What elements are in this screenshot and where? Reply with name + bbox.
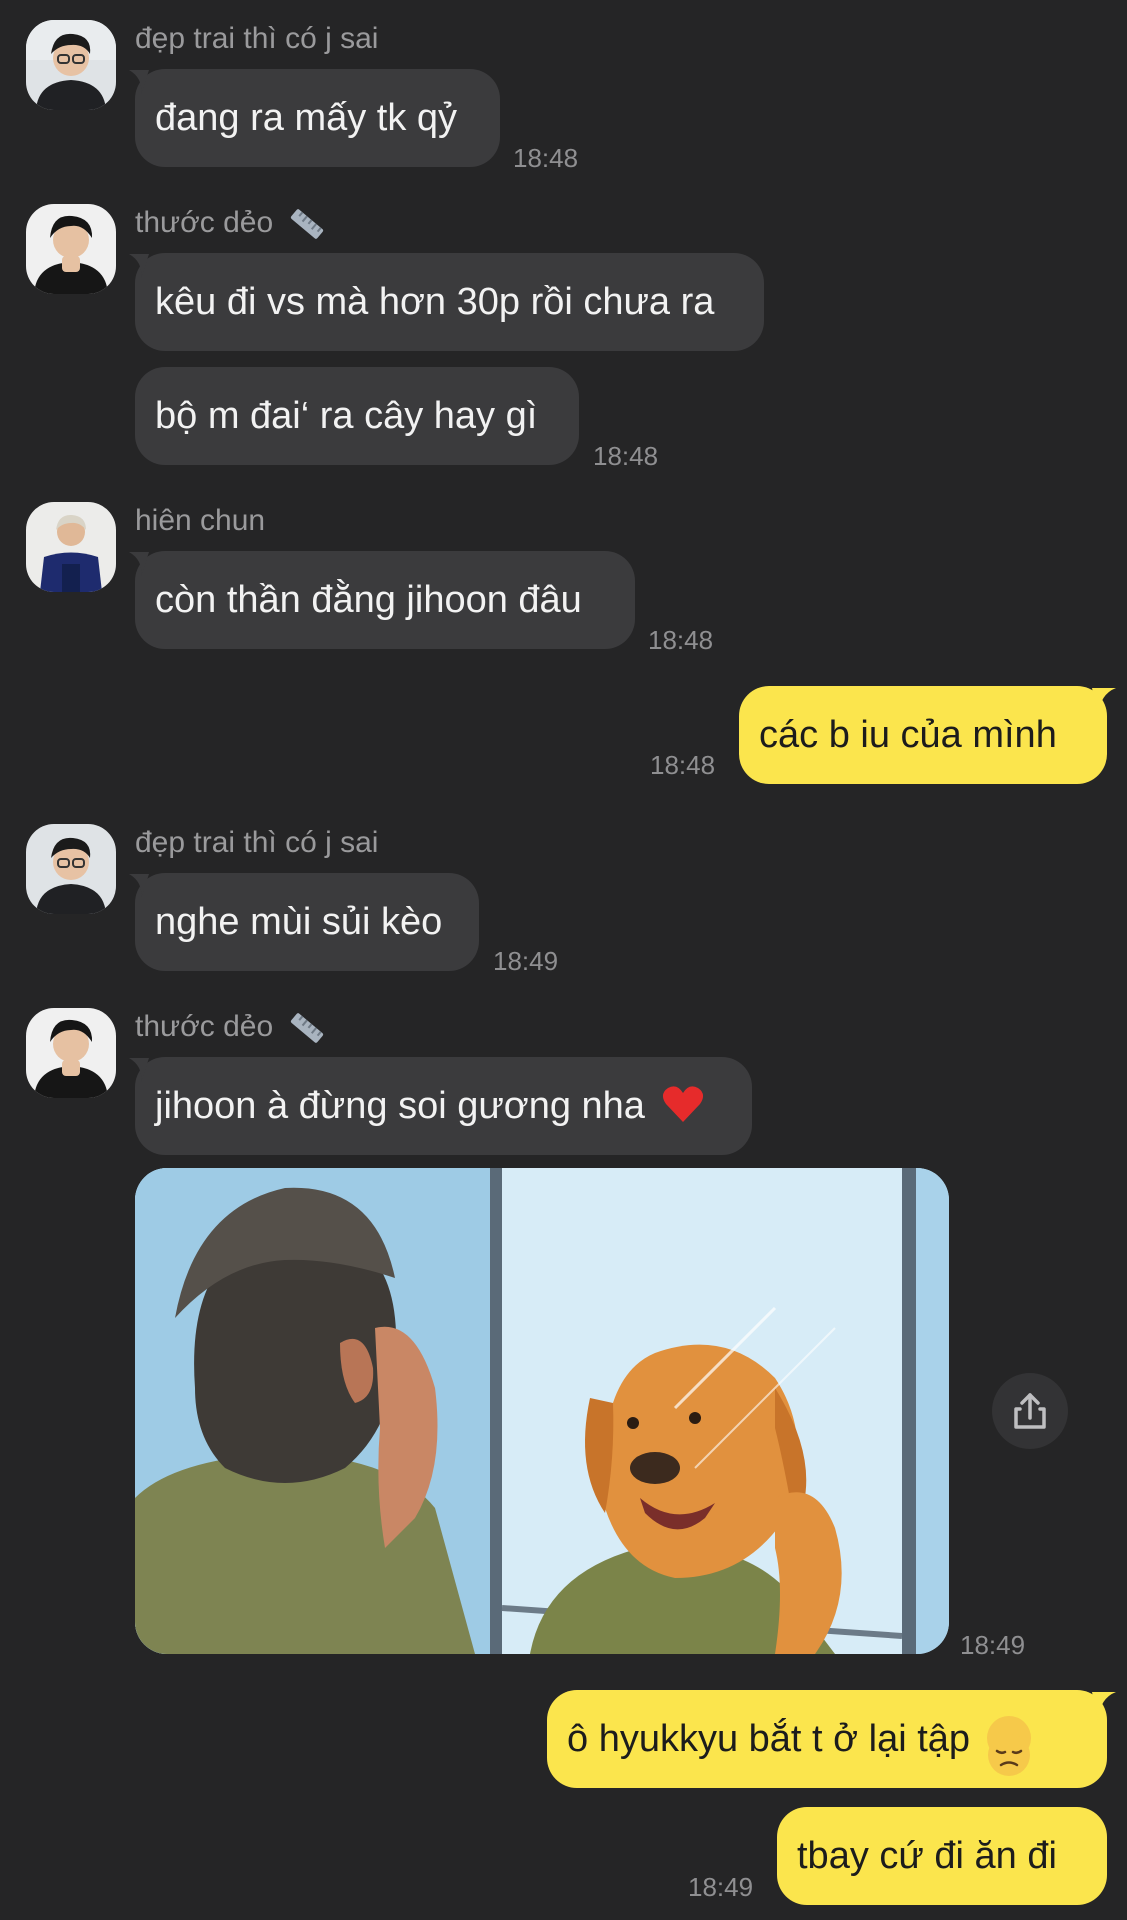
outgoing-message-bubble[interactable]: tbay cứ đi ăn đi bbox=[777, 1807, 1107, 1905]
share-icon bbox=[1014, 1393, 1046, 1429]
avatar[interactable] bbox=[26, 502, 116, 592]
message-time: 18:48 bbox=[593, 441, 659, 471]
share-button[interactable] bbox=[992, 1373, 1068, 1449]
disappointed-face-emoji bbox=[986, 1715, 1031, 1776]
message-bubble[interactable]: còn thần đằng jihoon đâu bbox=[135, 551, 635, 649]
message-time: 18:48 bbox=[648, 625, 714, 655]
outgoing-message-bubble[interactable]: ô hyukkyu bắt t ở lại tập bbox=[547, 1690, 1107, 1788]
message-bubble[interactable]: jihoon à đừng soi gương nha bbox=[135, 1057, 752, 1155]
bubble-tail bbox=[129, 254, 149, 278]
message-text: jihoon à đừng soi gương nha bbox=[155, 1085, 645, 1127]
sender-name: hiên chun bbox=[135, 504, 266, 537]
sender-name: đẹp trai thì có j sai bbox=[135, 826, 379, 859]
sender-name: thước dẻo bbox=[135, 206, 326, 241]
message-bubble[interactable]: nghe mùi sủi kèo bbox=[135, 873, 479, 971]
avatar[interactable] bbox=[26, 1008, 116, 1098]
bubble-tail bbox=[129, 1058, 149, 1082]
message-bubble[interactable]: bộ m đai‘ ra cây hay gì bbox=[135, 367, 579, 465]
sender-name: thước dẻo bbox=[135, 1010, 326, 1045]
bubble-tail bbox=[1092, 1692, 1116, 1720]
avatar[interactable] bbox=[26, 204, 116, 294]
message-time: 18:48 bbox=[650, 750, 716, 780]
sender-name: đẹp trai thì có j sai bbox=[135, 22, 379, 55]
message-time: 18:49 bbox=[493, 946, 559, 976]
ruler-icon bbox=[288, 1011, 326, 1045]
bubble-tail bbox=[129, 874, 149, 898]
message-bubble[interactable]: đang ra mấy tk qỷ bbox=[135, 69, 500, 167]
ruler-icon bbox=[288, 207, 326, 241]
avatar[interactable] bbox=[26, 824, 116, 914]
bubble-tail bbox=[129, 552, 149, 576]
message-time: 18:48 bbox=[513, 143, 579, 173]
avatar[interactable] bbox=[26, 20, 116, 110]
sender-name-text: thước dẻo bbox=[135, 206, 274, 239]
red-heart-emoji bbox=[655, 1085, 705, 1127]
bubble-tail bbox=[1092, 688, 1116, 716]
message-time: 18:49 bbox=[688, 1872, 754, 1902]
message-bubble[interactable]: kêu đi vs mà hơn 30p rồi chưa ra bbox=[135, 253, 764, 351]
outgoing-message-bubble[interactable]: các b iu của mình bbox=[739, 686, 1107, 784]
image-message[interactable] bbox=[135, 1168, 949, 1654]
message-time: 18:49 bbox=[960, 1630, 1026, 1660]
sender-name-text: thước dẻo bbox=[135, 1010, 274, 1043]
message-text: ô hyukkyu bắt t ở lại tập bbox=[567, 1718, 971, 1760]
bubble-tail bbox=[129, 70, 149, 94]
